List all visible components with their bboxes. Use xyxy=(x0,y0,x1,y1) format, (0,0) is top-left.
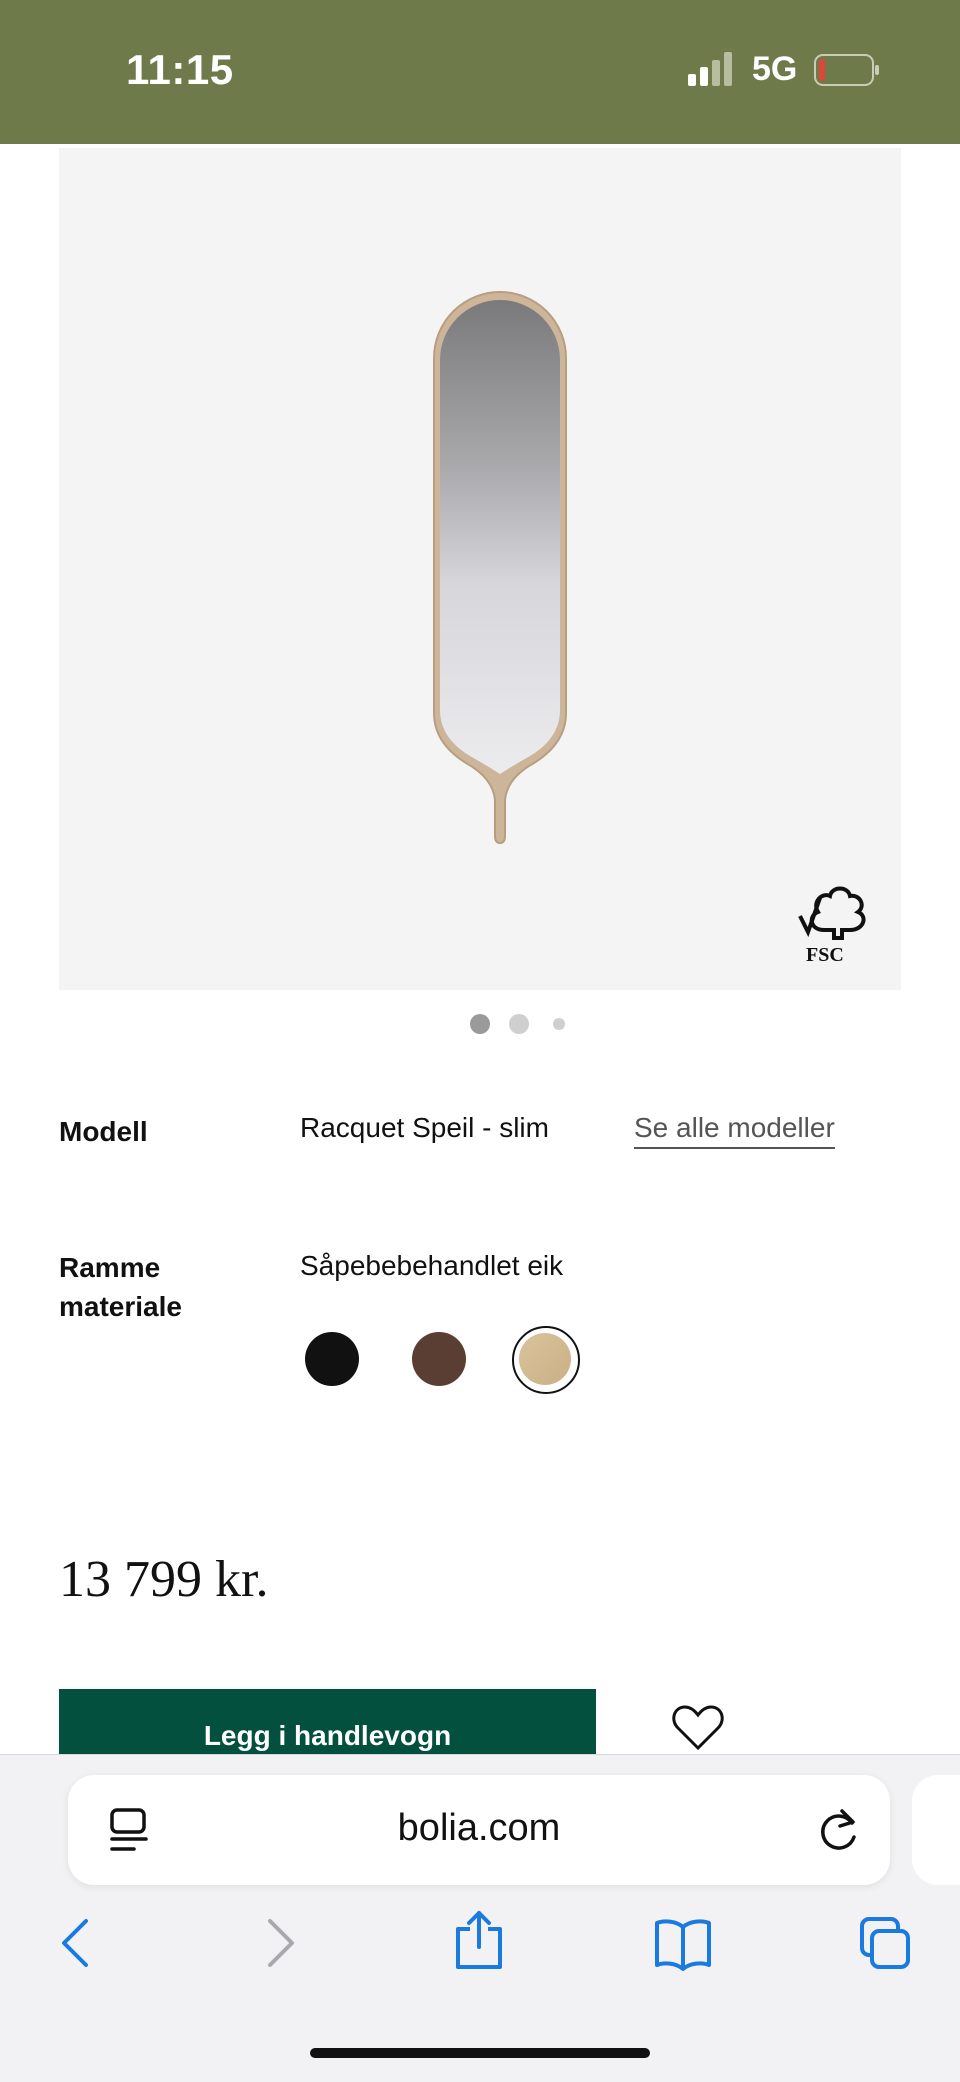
bookmarks-icon[interactable] xyxy=(654,1915,712,1971)
signal-strength-icon xyxy=(688,52,732,86)
carousel-dot-1[interactable] xyxy=(470,1014,490,1034)
product-image[interactable]: FSC xyxy=(59,148,901,990)
tabs-icon[interactable] xyxy=(858,1915,912,1971)
swatch-brown[interactable] xyxy=(412,1332,466,1386)
frame-material-value: Såpebebehandlet eik xyxy=(300,1250,564,1281)
network-type: 5G xyxy=(752,50,798,88)
address-bar[interactable]: bolia.com xyxy=(68,1775,890,1885)
status-bar: 11:15 5G xyxy=(0,0,960,144)
battery-icon xyxy=(814,54,879,86)
forward-icon[interactable] xyxy=(252,1915,306,1971)
carousel-dot-3[interactable] xyxy=(553,1018,565,1030)
frame-material-label-line2: materiale xyxy=(59,1291,182,1322)
reload-icon[interactable] xyxy=(816,1807,862,1853)
frame-material-label: Ramme materiale xyxy=(59,1248,182,1326)
favorite-heart-icon[interactable] xyxy=(672,1704,724,1750)
fsc-logo: FSC xyxy=(798,886,866,966)
carousel-dots xyxy=(0,1014,960,1034)
carousel-dot-2[interactable] xyxy=(509,1014,529,1034)
next-tab-peek[interactable] xyxy=(912,1775,960,1885)
browser-toolbar: bolia.com xyxy=(0,1754,960,2082)
share-icon[interactable] xyxy=(452,1909,506,1971)
swatch-black[interactable] xyxy=(305,1332,359,1386)
url-text: bolia.com xyxy=(397,1807,561,1849)
product-price: 13 799 kr. xyxy=(59,1551,269,1608)
status-time: 11:15 xyxy=(126,46,234,93)
mirror-product-illustration xyxy=(433,291,567,845)
frame-material-label-line1: Ramme xyxy=(59,1252,161,1283)
model-label: Modell xyxy=(59,1116,148,1147)
fsc-text: FSC xyxy=(806,944,844,966)
back-icon[interactable] xyxy=(50,1915,104,1971)
model-value: Racquet Speil - slim xyxy=(300,1112,549,1143)
home-indicator xyxy=(310,2048,650,2058)
add-to-cart-button[interactable]: Legg i handlevogn xyxy=(59,1689,596,1763)
see-all-models-link[interactable]: Se alle modeller xyxy=(634,1112,835,1149)
swatch-soaped-oak[interactable] xyxy=(519,1333,571,1385)
